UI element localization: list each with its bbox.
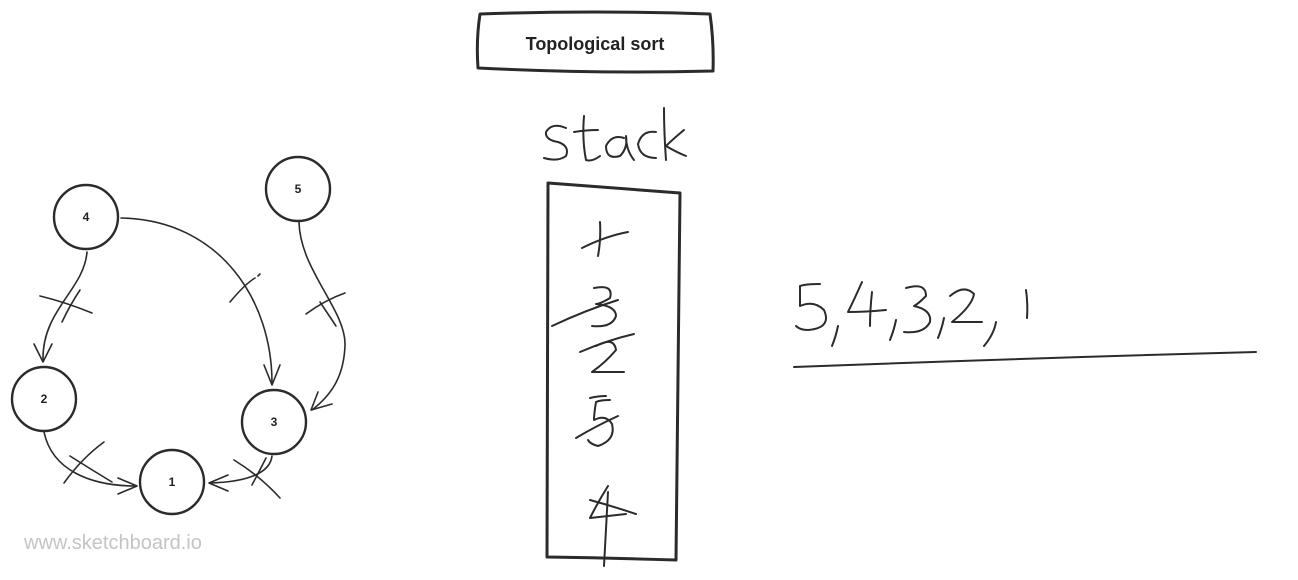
- title-box: Topological sort: [475, 10, 715, 74]
- edge-5-3: [298, 221, 346, 411]
- stack-item-5: [575, 395, 619, 447]
- stack-item-2: [579, 333, 635, 373]
- stack-item-4: [589, 485, 637, 567]
- node-5-label: 5: [295, 182, 302, 196]
- stack-item-3: [551, 286, 619, 328]
- result-order-handwriting: [793, 281, 1257, 368]
- stack-items: [551, 221, 637, 567]
- node-1: 1: [138, 448, 206, 516]
- node-4-label: 4: [83, 210, 90, 224]
- edge-4-3: [120, 217, 273, 384]
- node-3: 3: [240, 388, 308, 456]
- stack-label-handwriting: [543, 107, 687, 162]
- node-1-label: 1: [169, 475, 176, 489]
- node-3-label: 3: [271, 415, 278, 429]
- node-5: 5: [264, 155, 332, 223]
- edge-3-1-cross: [233, 457, 281, 499]
- edge-4-2: [42, 251, 88, 361]
- edge-4-2-cross: [39, 289, 93, 323]
- watermark: www.sketchboard.io: [24, 532, 202, 554]
- diagram-title: Topological sort: [526, 34, 665, 54]
- node-4: 4: [52, 183, 120, 251]
- edge-2-1: [43, 431, 137, 487]
- edge-2-1-cross: [63, 441, 113, 484]
- stack-item-1: [581, 221, 629, 257]
- node-2-label: 2: [41, 392, 48, 406]
- edge-4-3-cross: [229, 273, 261, 303]
- node-2: 2: [10, 365, 78, 433]
- whiteboard-canvas: Topological sort 4 5 2 3 1: [10, 10, 1257, 567]
